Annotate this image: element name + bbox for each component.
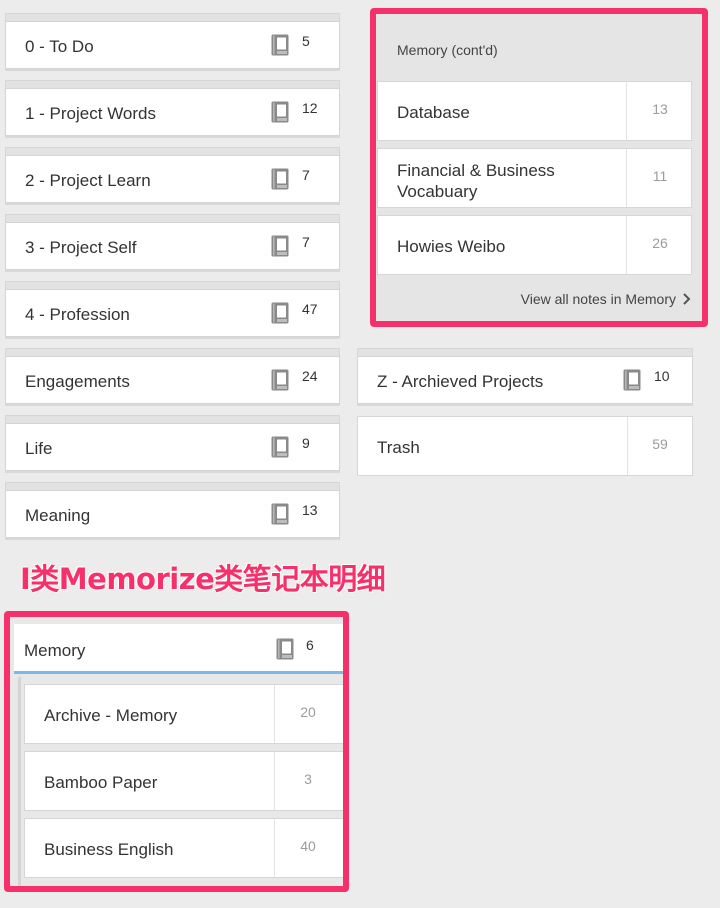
view-all-notes-link[interactable]: View all notes in Memory: [521, 291, 676, 307]
notebook-name: Bamboo Paper: [44, 773, 158, 792]
count-divider: [627, 417, 628, 475]
stack-count: 13: [302, 502, 318, 518]
notebook-row[interactable]: Financial & Business Vocabuary 11: [377, 148, 692, 208]
stack-card[interactable]: Meaning 13: [5, 490, 340, 538]
stack-6[interactable]: Life 9: [5, 415, 340, 477]
stack-count: 5: [302, 33, 310, 49]
stack-4[interactable]: 4 - Profession 47: [5, 281, 340, 343]
memory-stack-card[interactable]: Memory 6: [14, 624, 343, 674]
stack-count: 10: [654, 368, 670, 384]
notebook-count: 40: [300, 838, 316, 854]
notebook-row[interactable]: Bamboo Paper 3: [24, 751, 343, 811]
stack-name: Z - Archieved Projects: [377, 372, 544, 391]
notebook-row[interactable]: Howies Weibo 26: [377, 215, 692, 275]
stack-card[interactable]: 2 - Project Learn 7: [5, 155, 340, 203]
stack-count: 7: [302, 234, 310, 250]
notebook-count: 26: [652, 235, 668, 251]
notebook-stack-icon: [271, 369, 289, 391]
stack-3[interactable]: 3 - Project Self 7: [5, 214, 340, 276]
trash-count: 59: [652, 436, 668, 452]
panel-title: Memory (cont'd): [397, 42, 498, 58]
stack-card[interactable]: Life 9: [5, 423, 340, 471]
notebook-row[interactable]: Database 13: [377, 81, 692, 141]
notebook-stack-icon: [271, 101, 289, 123]
count-divider: [626, 82, 627, 140]
notebook-stack-icon: [276, 638, 294, 660]
notebook-name: Howies Weibo: [397, 237, 506, 256]
notebook-row[interactable]: Archive - Memory 20: [24, 684, 343, 744]
stack-name: Life: [25, 439, 53, 458]
stack-7[interactable]: Meaning 13: [5, 482, 340, 544]
stack-card[interactable]: 0 - To Do 5: [5, 21, 340, 69]
stack-tree-line: [18, 677, 21, 886]
count-divider: [274, 685, 275, 743]
stack-name: 4 - Profession: [25, 305, 130, 324]
stack-5[interactable]: Engagements 24: [5, 348, 340, 410]
notebook-count: 3: [304, 771, 312, 787]
count-divider: [274, 819, 275, 877]
stack-1[interactable]: 1 - Project Words 12: [5, 80, 340, 142]
count-divider: [274, 752, 275, 810]
notebook-name: Archive - Memory: [44, 706, 178, 725]
count-divider: [626, 149, 627, 207]
notebook-count: 13: [652, 101, 668, 117]
stack-card[interactable]: Z - Archieved Projects 10: [357, 356, 693, 404]
notebook-stack-icon: [271, 302, 289, 324]
stack-archived[interactable]: Z - Archieved Projects 10: [357, 348, 693, 410]
notebook-count: 11: [652, 168, 668, 184]
stack-count: 12: [302, 100, 318, 116]
notebook-stack-icon: [271, 34, 289, 56]
notebook-name: Database: [397, 103, 470, 122]
stack-0[interactable]: 0 - To Do 5: [5, 13, 340, 75]
notebook-row[interactable]: Business English 40: [24, 818, 343, 878]
notebook-name: Business English: [44, 840, 174, 859]
notebook-count: 20: [300, 704, 316, 720]
stack-name: 0 - To Do: [25, 37, 94, 56]
stack-count: 47: [302, 301, 318, 317]
notebook-stack-icon: [271, 436, 289, 458]
chevron-right-icon[interactable]: [680, 291, 694, 307]
count-divider: [626, 216, 627, 274]
annotation-label: I类Memorize类笔记本明细: [20, 562, 386, 596]
stack-name: Memory: [24, 641, 86, 660]
stack-card[interactable]: Engagements 24: [5, 356, 340, 404]
stack-name: Meaning: [25, 506, 91, 525]
memory-contd-panel: Memory (cont'd) Database 13 Financial & …: [370, 8, 708, 327]
notebook-stack-icon: [623, 369, 641, 391]
trash-name: Trash: [377, 438, 420, 457]
stack-card[interactable]: 4 - Profession 47: [5, 289, 340, 337]
notebook-stack-icon: [271, 235, 289, 257]
stack-name: 1 - Project Words: [25, 104, 157, 123]
stack-2[interactable]: 2 - Project Learn 7: [5, 147, 340, 209]
stack-name: 3 - Project Self: [25, 238, 137, 257]
notebook-stack-icon: [271, 168, 289, 190]
stack-count: 7: [302, 167, 310, 183]
stack-count: 9: [302, 435, 310, 451]
notebook-name: Financial & Business Vocabuary: [397, 161, 555, 201]
stack-count: 24: [302, 368, 318, 384]
notebook-stack-icon: [271, 503, 289, 525]
stack-card[interactable]: 3 - Project Self 7: [5, 222, 340, 270]
stack-name: Engagements: [25, 372, 130, 391]
trash-row[interactable]: Trash 59: [357, 416, 693, 476]
memory-stack-panel: Memory 6 Archive - Memory 20 Bamboo Pape…: [4, 611, 349, 892]
stack-card[interactable]: 1 - Project Words 12: [5, 88, 340, 136]
stack-count: 6: [306, 637, 314, 653]
stack-name: 2 - Project Learn: [25, 171, 151, 190]
